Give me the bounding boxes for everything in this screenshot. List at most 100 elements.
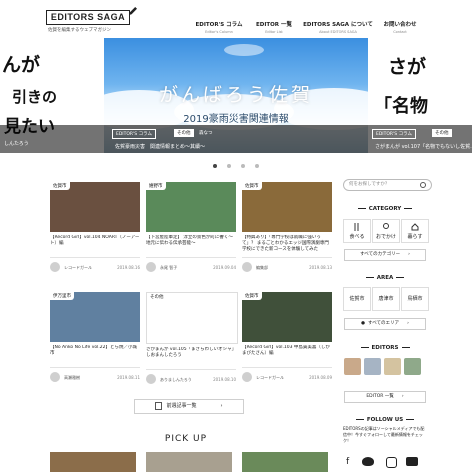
area-badge[interactable]: 佐賀市	[242, 182, 262, 190]
article-card[interactable]: 嬉野市 【下宮屋陸軍定】 淳立の景色が町に響く〜地元に伝わる伝承芸能〜 永尾 智子 2…	[146, 182, 236, 274]
pickup-thumb[interactable]	[146, 452, 232, 472]
slider-dot[interactable]	[241, 164, 245, 168]
area-heading: AREA	[339, 275, 431, 281]
nav-about[interactable]: EDITORS SAGA について About EDITORS SAGA	[298, 20, 378, 34]
avatar[interactable]	[242, 372, 252, 382]
nav-contact[interactable]: お問い合わせ Contact	[378, 20, 422, 34]
editor-avatar[interactable]	[364, 358, 381, 375]
slider-dot[interactable]	[227, 164, 231, 168]
article-card[interactable]: 佐賀市【Record Girl】vol.104 NOART（ノーアート）編レコー…	[50, 182, 140, 274]
article-card[interactable]: 佐賀市【Record Girl】vol.103 中島貴美喜（しかまびたさん）編レ…	[242, 292, 332, 384]
facebook-icon[interactable]: f	[346, 457, 349, 467]
article-title[interactable]: 【特典あり】「専門学校は就職に強いって」？ まるごとわかるエッジ国際演劇専門学校…	[242, 235, 332, 255]
manga-text: 引きの	[12, 88, 58, 106]
column-chip[interactable]: EDITOR'S コラム	[372, 129, 416, 139]
hero-headline: がんばろう佐賀	[158, 84, 313, 106]
category-living[interactable]: 暮らす	[401, 219, 429, 243]
area-karatsu[interactable]: 唐津市	[372, 287, 400, 311]
pickup-heading: PICK UP	[164, 434, 208, 444]
map-pin-icon	[383, 223, 389, 229]
hero-slider[interactable]: んが 引きの 見たい しんたろう がんばろう佐賀 2019豪雨災害関連情報 ED…	[0, 38, 472, 153]
article-card[interactable]: 伊万里市 【No Anko No Life vol.22】とら焼／小城市 高瀬雅樹 2…	[50, 292, 140, 384]
all-areas-button[interactable]: ● すべてのエリア ›	[344, 318, 426, 330]
article-card[interactable]: 佐賀市【特典あり】「専門学校は就職に強いって」？ まるごとわかるエッジ国際演劇専…	[242, 182, 332, 274]
area-badge[interactable]: 伊万里市	[50, 292, 74, 300]
slider-dot[interactable]	[255, 164, 259, 168]
article-card[interactable]: その他さがまんが vol.105「まぎらわしいオシャ」しおまんしたろうありましん…	[146, 292, 238, 386]
house-icon	[411, 223, 419, 231]
fork-knife-icon	[354, 223, 359, 231]
nav-editor-list[interactable]: EDITOR 一覧 Editor List	[250, 20, 298, 34]
article-title[interactable]: さがまんが vol.105「まぎらわしいオシャ」しおまんしたろう	[146, 347, 236, 367]
author-name: 森なつ	[199, 131, 213, 136]
slide-prev[interactable]: んが 引きの 見たい しんたろう	[0, 38, 104, 153]
editor-avatar[interactable]	[404, 358, 421, 375]
chevron-right-icon: ›	[408, 252, 410, 257]
category-eat[interactable]: 食べる	[343, 219, 371, 243]
manga-text: 「名物	[374, 96, 428, 117]
article-title[interactable]: 【Record Girl】vol.103 中島貴美喜（しかまびたさん）編	[242, 345, 332, 365]
nav-editors-column[interactable]: EDITOR'S コラム Editor's Column	[188, 20, 250, 34]
author-name[interactable]: 高瀬雅樹	[64, 375, 80, 381]
pickup-thumb[interactable]	[242, 452, 328, 472]
search-placeholder: 何をお探しですか？	[349, 182, 390, 187]
author-name[interactable]: レコードガール	[256, 375, 284, 381]
twitter-icon[interactable]	[362, 457, 374, 466]
author-name[interactable]: レコードガール	[64, 265, 92, 271]
avatar[interactable]	[146, 262, 156, 272]
area-badge[interactable]: その他	[147, 293, 167, 301]
slide-current[interactable]: がんばろう佐賀 2019豪雨災害関連情報 EDITOR'S コラム その他 森な…	[104, 38, 368, 153]
article-thumbnail[interactable]: 佐賀市	[242, 182, 332, 232]
article-thumbnail[interactable]: 佐賀市	[50, 182, 140, 232]
article-thumbnail[interactable]: 佐賀市	[242, 292, 332, 342]
area-badge[interactable]: 佐賀市	[50, 182, 70, 190]
article-title[interactable]: 【No Anko No Life vol.22】とら焼／小城市	[50, 345, 140, 365]
avatar[interactable]	[146, 374, 156, 384]
chevron-right-icon: ›	[407, 321, 409, 326]
site-header: EDITORS SAGA 佐賀を編集するウェブマガジン EDITOR'S コラム…	[0, 0, 472, 38]
area-badge[interactable]: 佐賀市	[242, 292, 262, 300]
area-saga[interactable]: 佐賀市	[343, 287, 371, 311]
category-chip[interactable]: その他	[174, 129, 194, 137]
avatar[interactable]	[50, 262, 60, 272]
manga-text: んが	[2, 54, 41, 76]
avatar[interactable]	[50, 372, 60, 382]
category-chip[interactable]: その他	[432, 129, 452, 137]
editor-avatar[interactable]	[384, 358, 401, 375]
slide-caption[interactable]: さがまんが vol.107「名物でもないし佐賀…	[372, 142, 472, 151]
editor-avatar[interactable]	[344, 358, 361, 375]
avatar[interactable]	[242, 262, 252, 272]
older-articles-label: 前週記事一覧	[166, 403, 197, 409]
instagram-icon[interactable]	[386, 457, 397, 468]
older-articles-button[interactable]: 前週記事一覧 ›	[134, 399, 244, 414]
article-meta: ありましんたろう 2019.08.10	[146, 370, 236, 386]
article-title[interactable]: 【下宮屋陸軍定】 淳立の景色が町に響く〜地元に伝わる伝承芸能〜	[146, 235, 236, 255]
chevron-right-icon: ›	[401, 394, 404, 399]
article-date: 2019.08.16	[117, 265, 140, 270]
slider-dot[interactable]	[213, 164, 217, 168]
author-name[interactable]: 永尾 智子	[160, 265, 177, 271]
search-input[interactable]: 何をお探しですか？	[343, 179, 432, 191]
article-date: 2019.08.09	[309, 375, 332, 380]
all-categories-button[interactable]: すべてのカテゴリー ›	[344, 249, 426, 261]
pickup-thumb[interactable]	[50, 452, 136, 472]
slide-next[interactable]: さが 「名物 EDITOR'S コラム その他 さがまんが vol.107「名物…	[368, 38, 472, 153]
youtube-icon[interactable]	[406, 457, 418, 466]
editor-list-button[interactable]: EDITOR 一覧 ›	[344, 391, 426, 403]
search-icon	[420, 182, 426, 188]
author-name[interactable]: 編集部	[256, 265, 268, 271]
article-thumbnail[interactable]: 伊万里市	[50, 292, 140, 342]
column-chip[interactable]: EDITOR'S コラム	[112, 129, 156, 139]
area-tosu[interactable]: 鳥栖市	[401, 287, 429, 311]
area-badge[interactable]: 嬉野市	[146, 182, 166, 190]
slide-caption[interactable]: 佐賀豪雨災害 関連情報まとめ〜其續〜	[112, 142, 208, 151]
site-logo[interactable]: EDITORS SAGA	[46, 10, 130, 25]
category-outing[interactable]: おでかけ	[372, 219, 400, 243]
article-meta: レコードガール 2019.08.16	[50, 258, 140, 274]
editors-heading: EDITORS	[339, 345, 431, 351]
article-thumbnail[interactable]: その他	[146, 292, 238, 344]
article-title[interactable]: 【Record Girl】vol.104 NOART（ノーアート）編	[50, 235, 140, 255]
author-name[interactable]: ありましんたろう	[160, 377, 192, 383]
map-pin-icon: ●	[361, 321, 366, 326]
article-thumbnail[interactable]: 嬉野市	[146, 182, 236, 232]
